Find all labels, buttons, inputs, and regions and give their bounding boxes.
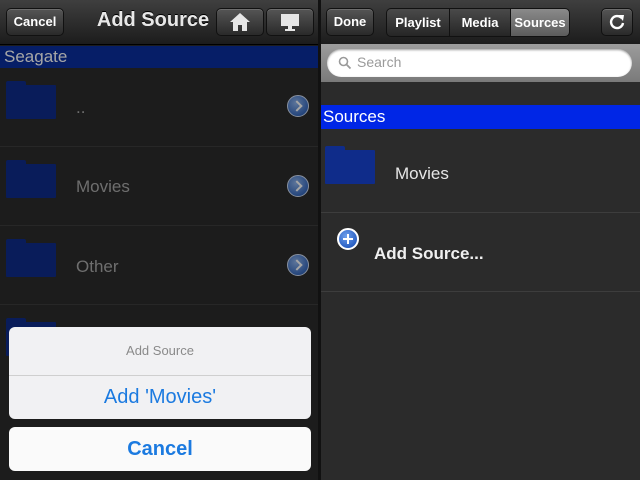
display-button[interactable] [266, 8, 314, 36]
section-header-sources: Sources [321, 105, 640, 129]
page-title: Add Source [96, 9, 210, 31]
tab-playlist[interactable]: Playlist [386, 8, 450, 37]
right-navbar: Done Playlist Media Sources [321, 0, 640, 45]
list-item-label: Movies [395, 164, 449, 183]
sources-pane: Done Playlist Media Sources Search Sourc… [321, 0, 640, 480]
tab-sources[interactable]: Sources [510, 8, 570, 37]
add-movies-button[interactable]: Add 'Movies' [9, 376, 311, 419]
action-sheet: Add Source Add 'Movies' [9, 327, 311, 419]
add-source-pane: Cancel Add Source Seagate .. Movies Othe… [0, 0, 318, 480]
folder-icon [325, 146, 375, 184]
tab-media[interactable]: Media [449, 8, 511, 37]
refresh-icon [609, 14, 625, 30]
search-placeholder: Search [357, 54, 402, 70]
done-button[interactable]: Done [326, 8, 374, 36]
refresh-button[interactable] [601, 8, 633, 36]
add-icon [337, 228, 359, 250]
add-source-label: Add Source... [374, 244, 484, 263]
search-icon [338, 56, 352, 70]
search-input[interactable]: Search [327, 49, 632, 77]
home-button[interactable] [216, 8, 264, 36]
search-bar: Search [321, 44, 640, 82]
left-navbar: Cancel Add Source [0, 0, 318, 45]
action-sheet-title: Add Source [9, 327, 311, 376]
cancel-button[interactable]: Cancel [6, 8, 64, 36]
add-source-button[interactable]: Add Source... [321, 213, 640, 292]
home-icon [230, 13, 250, 31]
list-item[interactable]: Movies [321, 129, 640, 213]
action-sheet-cancel-button[interactable]: Cancel [9, 427, 311, 471]
monitor-icon [281, 14, 299, 31]
